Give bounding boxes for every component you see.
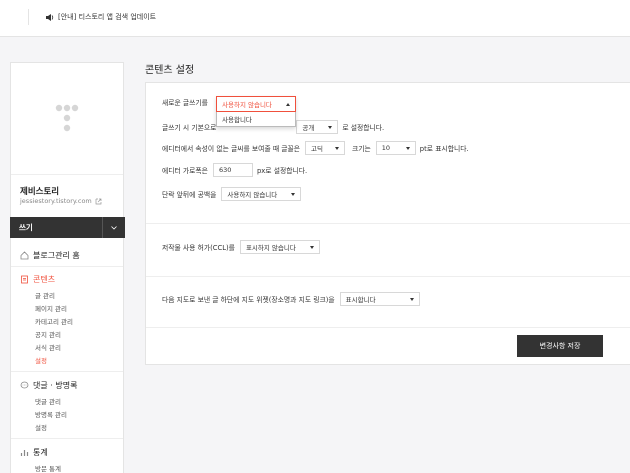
new-post-dropdown[interactable]: 사용하지 않습니다 사용합니다 xyxy=(216,96,296,127)
menu-contents[interactable]: 콘텐츠 xyxy=(20,274,55,285)
menu-comments[interactable]: 댓글 · 방명록 xyxy=(20,380,77,391)
submenu-template-manage[interactable]: 서식 관리 xyxy=(35,342,61,352)
blog-name: 제비스토리 xyxy=(20,187,60,197)
editor-width-row: 에디터 가로폭은 630 px로 설정합니다. xyxy=(162,163,307,177)
menu-contents-label: 콘텐츠 xyxy=(33,275,56,284)
section-divider xyxy=(146,327,630,328)
notice-link[interactable]: [안내] 티스토리 앱 검색 업데이트 xyxy=(46,12,156,22)
menu-blog-home[interactable]: 블로그관리 홈 xyxy=(20,250,80,261)
default-visibility-select[interactable]: 공개 xyxy=(296,120,339,134)
submenu-visit-stats[interactable]: 방문 통계 xyxy=(35,463,61,473)
font-size-select[interactable]: 10 xyxy=(375,141,416,155)
default-visibility-suffix: 로 설정합니다. xyxy=(342,124,385,132)
ccl-row: 저작물 사용 허가(CCL)를 표시하지 않습니다 xyxy=(162,240,320,254)
menu-stats-label: 통계 xyxy=(33,448,48,457)
top-bar: [안내] 티스토리 앱 검색 업데이트 xyxy=(0,0,630,37)
new-post-option-use[interactable]: 사용합니다 xyxy=(217,111,295,126)
document-icon xyxy=(21,275,28,284)
paragraph-row: 단락 앞뒤에 공백을 사용하지 않습니다 xyxy=(162,187,302,201)
caret-up-icon xyxy=(286,102,290,106)
font-label: 에디터에서 속성이 없는 글씨를 보여줄 때 글꼴은 xyxy=(162,145,301,153)
menu-divider xyxy=(11,438,123,439)
submenu-notice-manage[interactable]: 공지 관리 xyxy=(35,329,61,339)
menu-comments-label: 댓글 · 방명록 xyxy=(33,381,78,390)
font-family-value: 고딕 xyxy=(311,145,323,153)
font-size-value: 10 xyxy=(381,144,391,152)
default-visibility-value: 공개 xyxy=(302,124,315,132)
map-widget-label: 다음 지도로 보낸 글 하단에 지도 위젯(장소명과 지도 링크)을 xyxy=(162,296,335,304)
page-title: 콘텐츠 설정 xyxy=(145,65,195,76)
notice-text: [안내] 티스토리 앱 검색 업데이트 xyxy=(58,13,157,21)
new-post-selected-value: 사용하지 않습니다 xyxy=(222,101,272,109)
editor-width-label: 에디터 가로폭은 xyxy=(162,167,208,175)
section-divider xyxy=(146,223,630,224)
submenu-contents-settings[interactable]: 설정 xyxy=(35,355,47,365)
font-family-select[interactable]: 고딕 xyxy=(305,141,346,155)
ccl-select[interactable]: 표시하지 않습니다 xyxy=(239,240,320,254)
menu-divider xyxy=(11,266,123,267)
blog-url-text: jessiestory.tistory.com xyxy=(20,197,92,205)
editor-width-input[interactable]: 630 xyxy=(212,163,253,177)
blog-url-link[interactable]: jessiestory.tistory.com xyxy=(20,197,102,205)
menu-divider xyxy=(11,371,123,372)
map-widget-select[interactable]: 표시합니다 xyxy=(339,292,420,306)
tistory-logo-icon xyxy=(55,104,79,131)
speech-bubble-icon xyxy=(20,381,29,389)
caret-down-icon xyxy=(309,245,314,249)
submenu-comment-manage[interactable]: 댓글 관리 xyxy=(35,396,61,406)
new-post-select[interactable]: 사용하지 않습니다 xyxy=(216,96,296,112)
caret-down-icon xyxy=(328,125,333,129)
menu-blog-home-label: 블로그관리 홈 xyxy=(33,251,80,260)
home-icon xyxy=(20,251,29,260)
external-link-icon xyxy=(95,198,102,204)
new-post-label: 새로운 글쓰기를 xyxy=(162,99,208,107)
write-bar: 쓰기 xyxy=(10,217,125,238)
caret-down-icon xyxy=(409,297,414,301)
submenu-page-manage[interactable]: 페이지 관리 xyxy=(35,303,67,313)
write-options-button[interactable] xyxy=(103,225,125,230)
write-button[interactable]: 쓰기 xyxy=(10,222,102,233)
save-changes-button[interactable]: 변경사항 저장 xyxy=(517,335,603,357)
submenu-comment-settings[interactable]: 설정 xyxy=(35,422,47,432)
font-size-suffix: pt로 표시합니다. xyxy=(419,145,469,153)
submenu-category-manage[interactable]: 카테고리 관리 xyxy=(35,316,73,326)
speaker-icon xyxy=(46,13,54,21)
submenu-post-manage[interactable]: 글 관리 xyxy=(35,290,55,300)
menu-stats[interactable]: 통계 xyxy=(20,447,48,458)
new-post-row: 새로운 글쓰기를 xyxy=(162,97,208,107)
bar-chart-icon xyxy=(20,450,29,456)
chevron-down-icon xyxy=(111,225,117,230)
editor-width-suffix: px로 설정합니다. xyxy=(256,167,308,175)
paragraph-spacing-select[interactable]: 사용하지 않습니다 xyxy=(221,187,302,201)
map-widget-row: 다음 지도로 보낸 글 하단에 지도 위젯(장소명과 지도 링크)을 표시합니다 xyxy=(162,292,420,306)
sidebar: 제비스토리 jessiestory.tistory.com 쓰기 블로그관리 홈… xyxy=(10,62,125,473)
default-visibility-label: 글쓰기 시 기본으로 xyxy=(162,124,217,132)
ccl-label: 저작물 사용 허가(CCL)를 xyxy=(162,244,235,252)
blog-profile-image[interactable] xyxy=(11,63,123,175)
section-divider xyxy=(146,276,630,277)
caret-down-icon xyxy=(335,146,340,150)
font-size-label: 크기는 xyxy=(352,145,371,153)
map-widget-value: 표시합니다 xyxy=(345,296,376,304)
paragraph-spacing-value: 사용하지 않습니다 xyxy=(227,191,278,199)
topbar-divider xyxy=(28,9,29,25)
caret-down-icon xyxy=(291,192,296,196)
caret-down-icon xyxy=(405,146,410,150)
ccl-value: 표시하지 않습니다 xyxy=(245,244,296,252)
paragraph-label: 단락 앞뒤에 공백을 xyxy=(162,191,217,199)
font-row: 에디터에서 속성이 없는 글씨를 보여줄 때 글꼴은 고딕 크기는 10 pt로… xyxy=(162,141,469,155)
submenu-guestbook-manage[interactable]: 방명록 관리 xyxy=(35,409,67,419)
